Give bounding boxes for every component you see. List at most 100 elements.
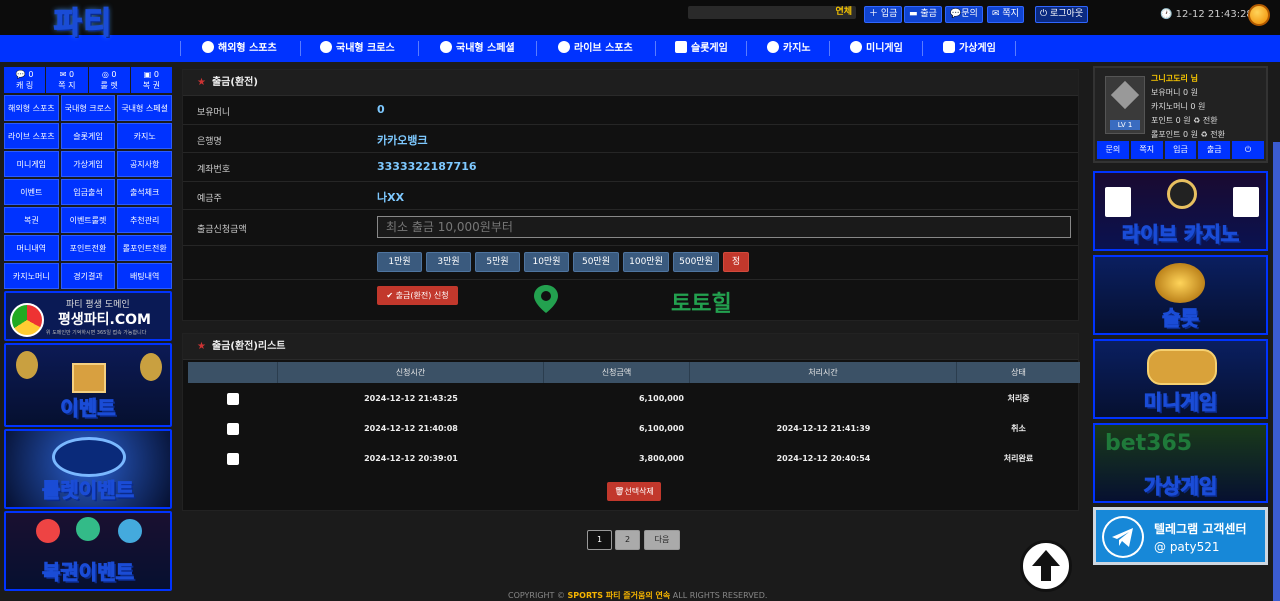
notice-ticker: 연체 bbox=[688, 6, 856, 19]
roulette-event-banner[interactable]: 룰렛이벤트 bbox=[4, 429, 172, 509]
side-menu-item[interactable]: 라이브 스포츠 bbox=[4, 123, 59, 149]
delete-selected-button[interactable]: 🗑선택삭제 bbox=[607, 482, 661, 501]
nav-divider bbox=[536, 41, 537, 56]
page-button-current[interactable]: 1 bbox=[587, 530, 612, 550]
field-amount: 출금신청금액 최소 출금 10,000원부터 bbox=[183, 210, 1078, 246]
soccer-ball-icon bbox=[202, 41, 214, 53]
side-menu-item[interactable]: 국내형 크로스 bbox=[60, 95, 116, 121]
user-panel: LV 1 그니고도리 님 보유머니 0 원 카지노머니 0 원 포인트 0 원 … bbox=[1093, 66, 1268, 163]
nav-divider bbox=[655, 41, 656, 56]
side-menu-item[interactable]: 머니내역 bbox=[4, 235, 59, 261]
mini-game-banner[interactable]: 미니게임 bbox=[1093, 339, 1268, 419]
amount-preset-button[interactable]: 50만원 bbox=[573, 252, 619, 272]
playing-cards-icon bbox=[1233, 187, 1259, 217]
gift-box-icon bbox=[72, 363, 106, 393]
row-checkbox[interactable] bbox=[227, 392, 239, 405]
reset-amount-button[interactable]: 정 bbox=[723, 252, 749, 272]
event-banner[interactable]: 이벤트 bbox=[4, 343, 172, 427]
nav-item-casino[interactable]: 카지노 bbox=[767, 35, 811, 62]
user-withdraw-button[interactable]: 출금 bbox=[1198, 141, 1231, 159]
amount-input[interactable]: 최소 출금 10,000원부터 bbox=[377, 216, 1071, 238]
message-button[interactable]: ✉ 쪽지 bbox=[987, 6, 1024, 23]
telegram-icon bbox=[1102, 516, 1144, 558]
row-checkbox[interactable] bbox=[227, 422, 239, 435]
lottery-balls-icon bbox=[76, 517, 100, 541]
amount-preset-button[interactable]: 100만원 bbox=[623, 252, 669, 272]
side-menu-item[interactable]: 카지노머니 bbox=[4, 263, 59, 289]
nav-divider bbox=[922, 41, 923, 56]
user-deposit-button[interactable]: 입금 bbox=[1164, 141, 1197, 159]
nav-item-slots[interactable]: 슬롯게임 bbox=[675, 35, 728, 62]
nav-item-domestic-special[interactable]: 국내형 스페셜 bbox=[440, 35, 515, 62]
side-menu-item[interactable]: 미니게임 bbox=[4, 151, 59, 177]
lottery-balls-icon bbox=[118, 519, 142, 543]
side-menu-item[interactable]: 가상게임 bbox=[60, 151, 116, 177]
withdraw-button[interactable]: ▬ 출금 bbox=[904, 6, 942, 23]
clock: 🕐 12-12 21:43:28 bbox=[1160, 9, 1253, 20]
nav-item-overseas-sports[interactable]: 해외형 스포츠 bbox=[202, 35, 277, 62]
nav-item-domestic-cross[interactable]: 국내형 크로스 bbox=[320, 35, 395, 62]
side-menu-item[interactable]: 슬롯게임 bbox=[60, 123, 116, 149]
amount-preset-button[interactable]: 10만원 bbox=[524, 252, 569, 272]
amount-preset-button[interactable]: 5만원 bbox=[475, 252, 520, 272]
side-menu-item[interactable]: 입금출석 bbox=[60, 179, 116, 205]
live-casino-banner[interactable]: 라이브 카지노 bbox=[1093, 171, 1268, 251]
side-menu-item[interactable]: 국내형 스페셜 bbox=[117, 95, 172, 121]
deposit-button[interactable]: ＋ 입금 bbox=[864, 6, 903, 23]
submit-row: ✔ 출금(환전) 신청 토토힐 bbox=[183, 280, 1078, 317]
user-inquiry-button[interactable]: 문의 bbox=[1097, 141, 1129, 159]
balloons-icon bbox=[16, 351, 38, 379]
side-menu-item[interactable]: 롤포인트전환 bbox=[117, 235, 172, 261]
inquiry-button[interactable]: 💬문의 bbox=[945, 6, 983, 23]
quick-roulette[interactable]: ◎ 0룰 렛 bbox=[88, 67, 130, 93]
side-menu-item[interactable]: 배팅내역 bbox=[117, 263, 172, 289]
user-power-button[interactable]: ⏻ bbox=[1232, 141, 1264, 159]
virtual-game-banner[interactable]: bet365 가상게임 bbox=[1093, 423, 1268, 503]
gold-coins-icon bbox=[1155, 263, 1205, 303]
scroll-top-arrow-icon[interactable] bbox=[1020, 540, 1072, 592]
table-row: 2024-12-12 21:40:08 6,100,000 2024-12-12… bbox=[188, 414, 1080, 444]
site-logo[interactable]: 파티 bbox=[26, 4, 141, 46]
nav-item-mini-games[interactable]: 미니게임 bbox=[850, 35, 903, 62]
amount-preset-button[interactable]: 3만원 bbox=[426, 252, 471, 272]
side-menu-item[interactable]: 공지사항 bbox=[117, 151, 172, 177]
level-badge-icon: LV 1 bbox=[1105, 76, 1145, 134]
quick-messages[interactable]: ✉ 0쪽 지 bbox=[46, 67, 88, 93]
telegram-support-banner[interactable]: 텔레그램 고객센터 @ paty521 bbox=[1093, 507, 1268, 565]
user-actions: 문의 쪽지 입금 출금 ⏻ bbox=[1097, 141, 1264, 159]
user-info: 그니고도리 님 보유머니 0 원 카지노머니 0 원 포인트 0 원 ♻ 전환 … bbox=[1151, 74, 1225, 139]
quick-lottery[interactable]: ▣ 0복 권 bbox=[130, 67, 172, 93]
submit-withdraw-button[interactable]: ✔ 출금(환전) 신청 bbox=[377, 286, 458, 305]
bet365-logo-icon: bet365 bbox=[1105, 431, 1193, 456]
lottery-event-banner[interactable]: 복권이벤트 bbox=[4, 511, 172, 591]
nav-divider bbox=[829, 41, 830, 56]
amount-preset-button[interactable]: 500만원 bbox=[673, 252, 719, 272]
side-menu-item[interactable]: 경기결과 bbox=[60, 263, 116, 289]
page-button[interactable]: 2 bbox=[615, 530, 640, 550]
amount-preset-button[interactable]: 1만원 bbox=[377, 252, 422, 272]
user-message-button[interactable]: 쪽지 bbox=[1130, 141, 1163, 159]
domain-banner[interactable]: 파티 평생 도메인 평생파티.COM 위 도메인만 기억하시면 365일 접속 … bbox=[4, 291, 172, 341]
side-menu-item[interactable]: 추천관리 bbox=[117, 207, 172, 233]
side-menu-item[interactable]: 이벤트룰렛 bbox=[60, 207, 116, 233]
next-page-button[interactable]: 다음 bbox=[644, 530, 680, 550]
side-menu-item[interactable]: 포인트전환 bbox=[60, 235, 116, 261]
side-menu-item[interactable]: 해외형 스포츠 bbox=[4, 95, 59, 121]
side-menu-item[interactable]: 이벤트 bbox=[4, 179, 59, 205]
side-menu-item[interactable]: 복권 bbox=[4, 207, 59, 233]
nav-item-virtual-games[interactable]: 가상게임 bbox=[943, 35, 996, 62]
panel-title: ★ 출금(환전)리스트 bbox=[183, 334, 1078, 360]
field-account-number: 계좌번호 3333322187716 bbox=[183, 153, 1078, 182]
star-icon: ★ bbox=[197, 341, 206, 352]
logout-button[interactable]: ⏻ 로그아웃 bbox=[1035, 6, 1089, 23]
side-menu-item[interactable]: 카지노 bbox=[117, 123, 172, 149]
right-sidebar: LV 1 그니고도리 님 보유머니 0 원 카지노머니 0 원 포인트 0 원 … bbox=[1093, 66, 1268, 565]
chip-icon bbox=[767, 41, 779, 53]
row-checkbox[interactable] bbox=[227, 452, 239, 465]
side-menu-item[interactable]: 출석체크 bbox=[117, 179, 172, 205]
nav-item-live-sports[interactable]: 라이브 스포츠 bbox=[558, 35, 633, 62]
quick-chat[interactable]: 💬 0캐 링 bbox=[4, 67, 46, 93]
scrollbar[interactable] bbox=[1273, 142, 1280, 601]
slot-banner[interactable]: 슬롯 bbox=[1093, 255, 1268, 335]
table-row: 2024-12-12 21:43:25 6,100,000 처리중 bbox=[188, 384, 1080, 414]
